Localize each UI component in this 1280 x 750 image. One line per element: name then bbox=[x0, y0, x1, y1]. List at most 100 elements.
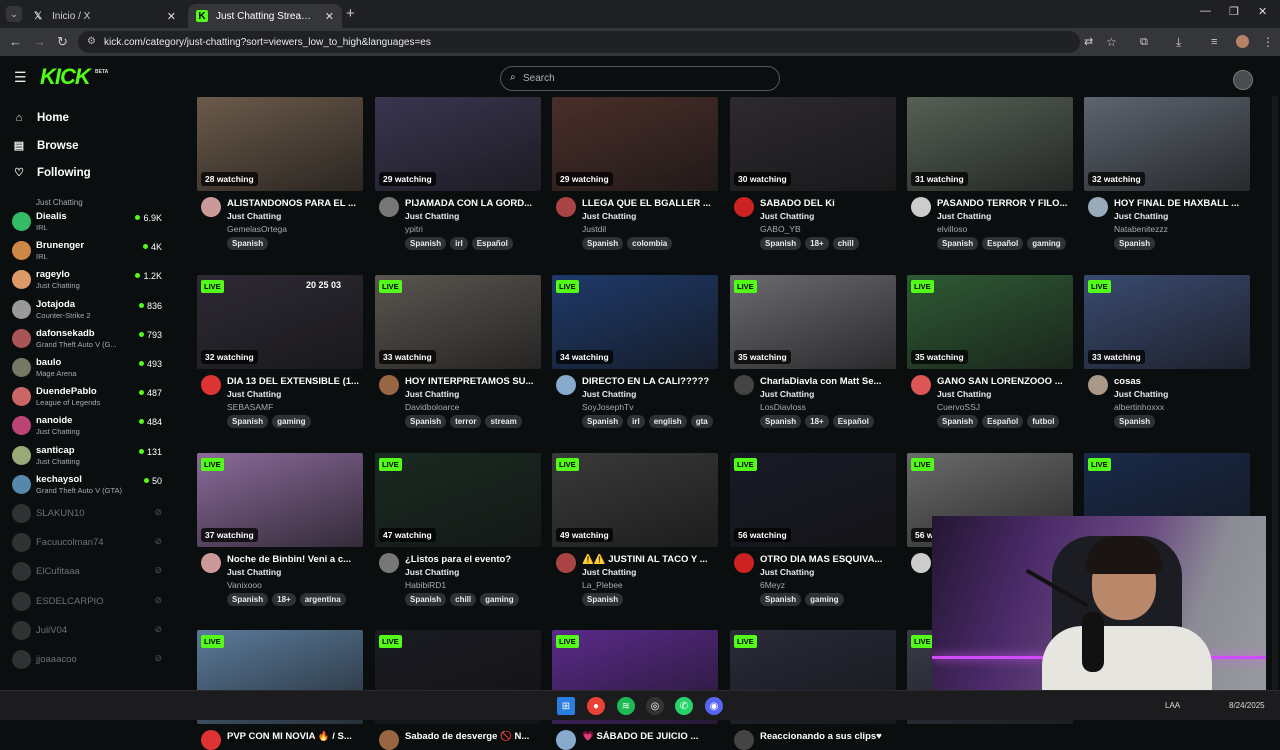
stream-category[interactable]: Just Chatting bbox=[582, 567, 636, 577]
sidebar-channel[interactable]: Brunenger IRL 4K bbox=[12, 237, 162, 263]
stream-title[interactable]: CharlaDiavla con Matt Se... bbox=[760, 376, 898, 387]
stream-thumbnail[interactable]: LIVE 35 watching bbox=[730, 275, 896, 369]
stream-category[interactable]: Just Chatting bbox=[405, 211, 459, 221]
tag-chip[interactable]: futbol bbox=[1027, 415, 1060, 428]
reload-icon[interactable]: ↻ bbox=[57, 34, 68, 50]
stream-card[interactable]: 30 watching SABADO DEL Ki Just Chatting GAB… bbox=[730, 97, 898, 250]
spotify-icon[interactable]: ≋ bbox=[617, 697, 635, 715]
streamer-avatar[interactable] bbox=[1088, 375, 1108, 395]
tag-chip[interactable]: Español bbox=[982, 237, 1024, 250]
streamer-name[interactable]: Justdil bbox=[582, 224, 606, 234]
streamer-avatar[interactable] bbox=[379, 197, 399, 217]
streamer-name[interactable]: SoyJosephTv bbox=[582, 402, 634, 412]
sidebar-channel[interactable]: jjoaaacoo ⊘ bbox=[12, 646, 162, 672]
streamer-avatar[interactable] bbox=[911, 197, 931, 217]
search-input[interactable]: ⌕ Search bbox=[500, 66, 780, 91]
stream-card[interactable]: 31 watching PASANDO TERROR Y FILO... Just … bbox=[907, 97, 1075, 250]
extensions-icon[interactable]: ⧉ bbox=[1140, 34, 1148, 50]
whatsapp-icon[interactable]: ✆ bbox=[675, 697, 693, 715]
streamer-avatar[interactable] bbox=[201, 553, 221, 573]
tag-chip[interactable]: Español bbox=[832, 415, 874, 428]
stream-title[interactable]: SABADO DEL Ki bbox=[760, 198, 898, 209]
window-close-button[interactable]: ✕ bbox=[1258, 5, 1267, 18]
tag-chip[interactable]: 18+ bbox=[272, 593, 296, 606]
streamer-name[interactable]: La_Plebee bbox=[582, 580, 623, 590]
sidebar-channel[interactable]: kechaysol Grand Theft Auto V (GTA) 50 bbox=[12, 471, 162, 497]
stream-category[interactable]: Just Chatting bbox=[760, 389, 814, 399]
stream-category[interactable]: Just Chatting bbox=[405, 389, 459, 399]
tag-chip[interactable]: stream bbox=[485, 415, 522, 428]
nav-browse[interactable]: ▤ Browse bbox=[13, 139, 79, 153]
sidebar-channel[interactable]: Diealis IRL 6.9K bbox=[12, 208, 162, 234]
site-info-icon[interactable]: ⚙ bbox=[87, 36, 96, 47]
streamer-avatar[interactable] bbox=[379, 730, 399, 750]
streamer-avatar[interactable] bbox=[911, 375, 931, 395]
discord-icon[interactable]: ◉ bbox=[705, 697, 723, 715]
tag-chip[interactable]: Spanish bbox=[582, 415, 624, 428]
stream-title[interactable]: OTRO DIA MAS ESQUIVA... bbox=[760, 554, 898, 565]
stream-title[interactable]: ¿Listos para el evento? bbox=[405, 554, 543, 565]
tab-just-chatting[interactable]: K Just Chatting Streaming - Live on Kick… bbox=[188, 4, 342, 28]
tag-chip[interactable]: argentina bbox=[299, 593, 346, 606]
minimize-button[interactable]: — bbox=[1200, 5, 1211, 17]
stream-thumbnail[interactable]: LIVE 37 watching bbox=[197, 453, 363, 547]
stream-title[interactable]: GANO SAN LORENZOOO ... bbox=[937, 376, 1075, 387]
sidebar-channel[interactable]: SLAKUN10 ⊘ bbox=[12, 500, 162, 526]
stream-card[interactable]: 28 watching ALISTANDONOS PARA EL ... Just … bbox=[197, 97, 365, 250]
streamer-avatar[interactable] bbox=[734, 553, 754, 573]
tag-chip[interactable]: Spanish bbox=[405, 237, 447, 250]
stream-thumbnail[interactable]: 29 watching bbox=[552, 97, 718, 191]
sidebar-channel[interactable]: ESDELCARPIO ⊘ bbox=[12, 588, 162, 614]
stream-category[interactable]: Just Chatting bbox=[1114, 211, 1168, 221]
obs-icon[interactable]: ◎ bbox=[646, 697, 664, 715]
tag-chip[interactable]: terror bbox=[450, 415, 482, 428]
tag-chip[interactable]: Spanish bbox=[937, 237, 979, 250]
tag-chip[interactable]: Spanish bbox=[227, 593, 269, 606]
streamer-avatar[interactable] bbox=[201, 730, 221, 750]
streamer-name[interactable]: Natabenitezzz bbox=[1114, 224, 1168, 234]
kick-logo[interactable]: KICK bbox=[40, 64, 91, 90]
stream-card[interactable]: LIVE 32 watching 20 25 03 DIA 13 DEL EXTENS… bbox=[197, 275, 365, 428]
streamer-name[interactable]: SEBASAMF bbox=[227, 402, 273, 412]
streamer-avatar[interactable] bbox=[911, 553, 931, 573]
stream-thumbnail[interactable]: 31 watching bbox=[907, 97, 1073, 191]
tag-chip[interactable]: chill bbox=[450, 593, 477, 606]
stream-title[interactable]: 💗 SÁBADO DE JUICIO ... bbox=[582, 731, 720, 742]
stream-category[interactable]: Just Chatting bbox=[760, 567, 814, 577]
stream-card[interactable]: LIVE 35 watching CharlaDiavla con Matt Se.… bbox=[730, 275, 898, 428]
stream-category[interactable]: Just Chatting bbox=[227, 211, 281, 221]
tag-chip[interactable]: Español bbox=[471, 237, 513, 250]
stream-card[interactable]: LIVE 34 watching DIRECTO EN LA CALI????? Ju… bbox=[552, 275, 720, 428]
stream-thumbnail[interactable]: LIVE 34 watching bbox=[552, 275, 718, 369]
nav-home[interactable]: ⌂ Home bbox=[13, 112, 69, 124]
stream-card[interactable]: LIVE 49 watching ⚠️⚠️ JUSTINI AL TACO Y ..… bbox=[552, 453, 720, 606]
tag-chip[interactable]: Spanish bbox=[1114, 415, 1156, 428]
hamburger-icon[interactable]: ☰ bbox=[14, 69, 27, 86]
new-tab-button[interactable]: + bbox=[346, 5, 355, 22]
stream-card[interactable]: LIVE 47 watching ¿Listos para el evento? Ju… bbox=[375, 453, 543, 606]
stream-category[interactable]: Just Chatting bbox=[937, 211, 991, 221]
streamer-avatar[interactable] bbox=[379, 553, 399, 573]
streamer-name[interactable]: HabibiRD1 bbox=[405, 580, 446, 590]
streamer-name[interactable]: elvilloso bbox=[937, 224, 967, 234]
media-icon[interactable]: ≡ bbox=[1211, 34, 1217, 50]
clock-date[interactable]: 8/24/2025 bbox=[1229, 701, 1265, 710]
streamer-name[interactable]: GABO_YB bbox=[760, 224, 801, 234]
tab-search-button[interactable]: ⌄ bbox=[6, 6, 22, 22]
sidebar-channel[interactable]: JuliV04 ⊘ bbox=[12, 617, 162, 643]
tag-chip[interactable]: irl bbox=[450, 237, 468, 250]
tag-chip[interactable]: Spanish bbox=[227, 415, 269, 428]
stream-thumbnail[interactable]: 30 watching bbox=[730, 97, 896, 191]
stream-thumbnail[interactable]: 32 watching bbox=[1084, 97, 1250, 191]
stream-thumbnail[interactable]: LIVE 33 watching bbox=[1084, 275, 1250, 369]
streamer-name[interactable]: CuervoSSJ bbox=[937, 402, 980, 412]
profile-avatar[interactable] bbox=[1236, 35, 1249, 48]
streamer-name[interactable]: Davidboloarce bbox=[405, 402, 459, 412]
streamer-name[interactable]: LosDiavloss bbox=[760, 402, 806, 412]
tag-chip[interactable]: irl bbox=[627, 415, 645, 428]
tag-chip[interactable]: Spanish bbox=[227, 237, 269, 250]
tag-chip[interactable]: gaming bbox=[272, 415, 311, 428]
streamer-avatar[interactable] bbox=[201, 375, 221, 395]
stream-thumbnail[interactable]: LIVE 56 watching bbox=[730, 453, 896, 547]
sidebar-channel[interactable]: DuendePablo League of Legends 487 bbox=[12, 383, 162, 409]
